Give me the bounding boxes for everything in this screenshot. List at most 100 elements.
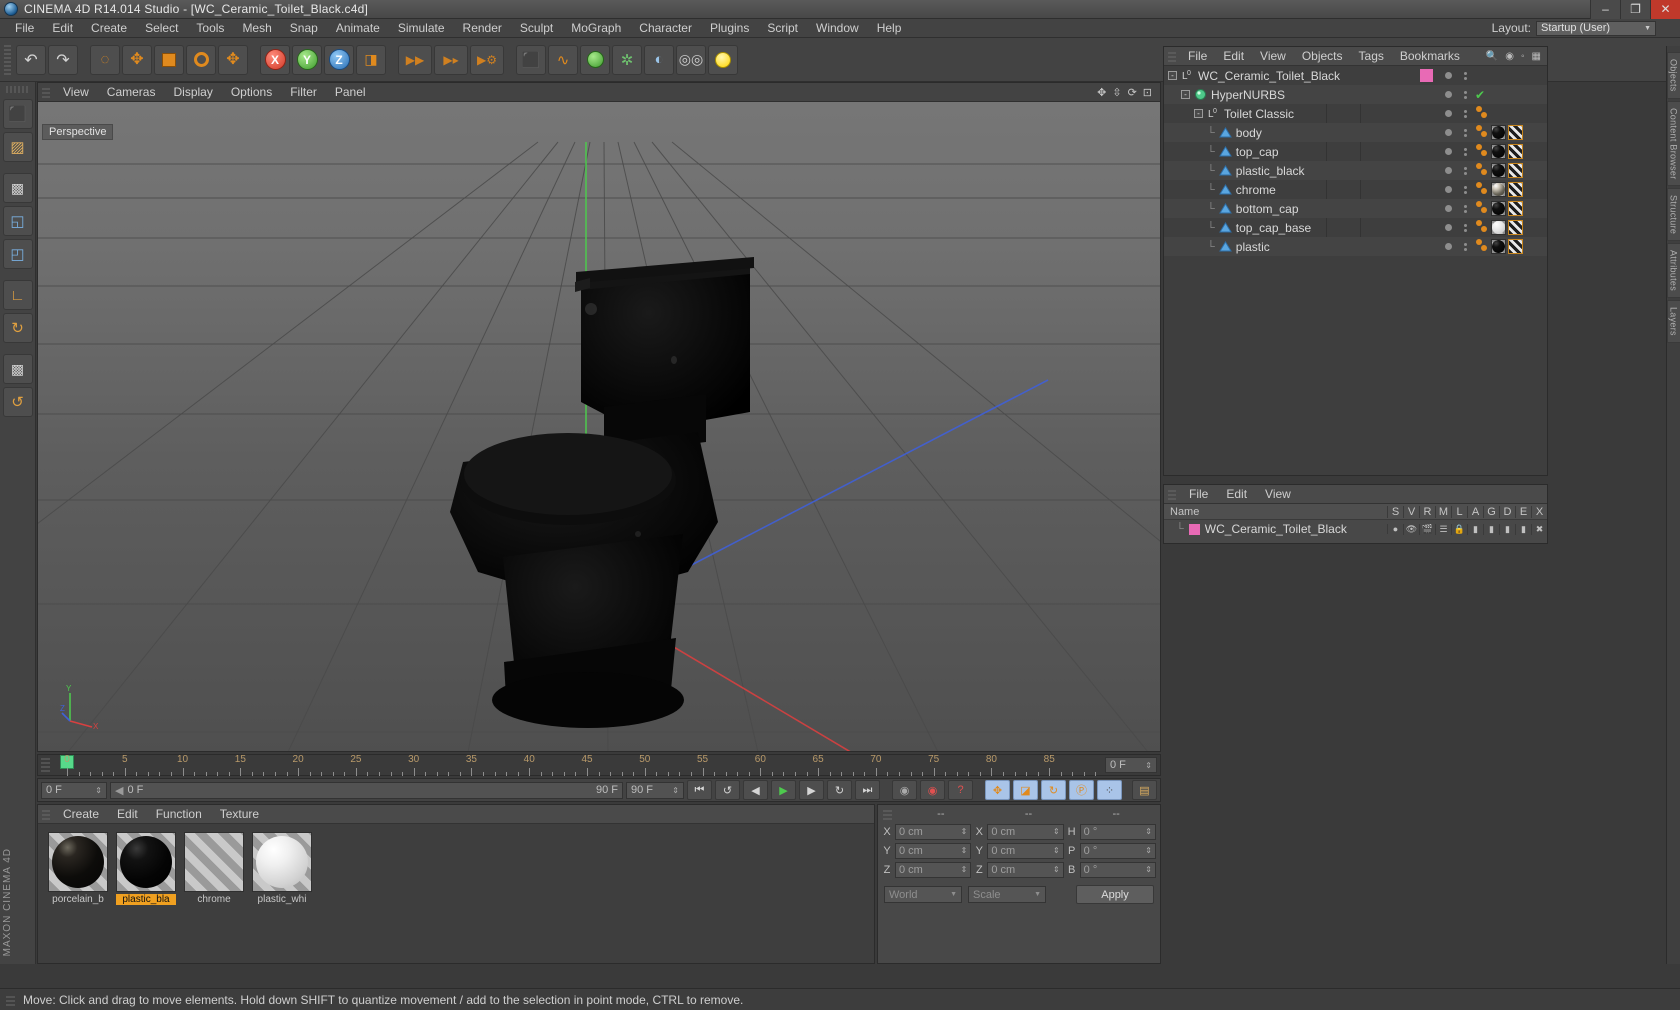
- material-menu-grip[interactable]: [42, 808, 50, 820]
- layer-menu-view[interactable]: View: [1256, 485, 1300, 504]
- object-row[interactable]: └ chrome: [1164, 180, 1547, 199]
- rotation-b-input[interactable]: 0 ° ⇕: [1079, 861, 1156, 878]
- spinner-icon[interactable]: ⇕: [1053, 865, 1060, 874]
- spinner-icon[interactable]: ⇕: [1145, 846, 1152, 855]
- point-tag-icon[interactable]: [1475, 124, 1489, 142]
- layer-toggle-r[interactable]: 🎬: [1419, 523, 1435, 535]
- model-mode-button[interactable]: ⬛: [2, 99, 33, 129]
- object-name-cell[interactable]: └ bottom_cap: [1164, 202, 1439, 216]
- object-tags[interactable]: [1473, 181, 1547, 199]
- expander-toggle[interactable]: -: [1194, 109, 1203, 118]
- previous-frame-button[interactable]: ◀: [743, 780, 768, 800]
- editor-visibility-dot[interactable]: [1445, 110, 1452, 117]
- object-tags[interactable]: ✔: [1473, 88, 1547, 102]
- render-view-button[interactable]: ▶▶: [398, 44, 432, 75]
- object-menu-view[interactable]: View: [1252, 47, 1294, 66]
- object-name-cell[interactable]: └ plastic: [1164, 240, 1439, 254]
- editor-visibility-dot[interactable]: [1445, 224, 1452, 231]
- rotation-p-input[interactable]: 0 ° ⇕: [1079, 842, 1156, 859]
- position-x-input[interactable]: 0 cm ⇕: [895, 823, 972, 840]
- material-item[interactable]: porcelain_b: [48, 832, 108, 905]
- visibility-dots[interactable]: [1439, 71, 1473, 80]
- menu-help[interactable]: Help: [868, 19, 911, 38]
- dock-tab-attributes[interactable]: Attributes: [1666, 243, 1680, 299]
- menu-script[interactable]: Script: [758, 19, 807, 38]
- rotate-tool-button[interactable]: [186, 44, 216, 75]
- eye-icon[interactable]: ◉: [1505, 51, 1514, 62]
- layer-toggle-m[interactable]: ☰: [1435, 523, 1451, 535]
- autokey-button[interactable]: ◉: [920, 780, 945, 800]
- render-visibility-dots[interactable]: [1464, 185, 1467, 194]
- minimize-button[interactable]: –: [1590, 0, 1620, 19]
- material-preview[interactable]: [116, 832, 176, 892]
- object-row[interactable]: └ body: [1164, 123, 1547, 142]
- render-region-button[interactable]: ▶▸: [434, 44, 468, 75]
- object-name-cell[interactable]: - L 0 Toilet Classic: [1164, 107, 1439, 121]
- preview-range-field[interactable]: ◀ 0 F 90 F: [110, 781, 623, 799]
- visibility-dots[interactable]: [1439, 128, 1473, 137]
- menu-create[interactable]: Create: [82, 19, 136, 38]
- timeline-grip[interactable]: [41, 758, 50, 772]
- point-tag-icon[interactable]: [1475, 181, 1489, 199]
- point-tag-icon[interactable]: [1475, 200, 1489, 218]
- render-visibility-dots[interactable]: [1464, 147, 1467, 156]
- material-menu-function[interactable]: Function: [147, 805, 211, 824]
- material-preview[interactable]: [252, 832, 312, 892]
- coordinates-grip[interactable]: [883, 807, 892, 820]
- close-button[interactable]: ✕: [1650, 0, 1680, 19]
- object-name-cell[interactable]: - HyperNURBS: [1164, 88, 1439, 102]
- world-coordinates-button[interactable]: ◨: [356, 44, 386, 75]
- viewport-perspective[interactable]: View Cameras Display Options Filter Pane…: [37, 82, 1161, 752]
- layer-toggle-d[interactable]: ▮: [1499, 523, 1515, 535]
- scale-tool-button[interactable]: [154, 44, 184, 75]
- end-frame-field[interactable]: 90 F ⇕: [626, 781, 684, 799]
- layer-column-r[interactable]: R: [1419, 505, 1435, 518]
- editor-visibility-dot[interactable]: [1445, 186, 1452, 193]
- menu-tools[interactable]: Tools: [187, 19, 233, 38]
- point-tag-icon[interactable]: [1475, 143, 1489, 161]
- layer-name-cell[interactable]: └ WC_Ceramic_Toilet_Black: [1164, 522, 1387, 536]
- material-tag-icon[interactable]: [1491, 239, 1506, 254]
- layer-column-g[interactable]: G: [1483, 505, 1499, 518]
- coord-system-dropdown[interactable]: World ▼: [884, 886, 962, 903]
- rotate-view-icon[interactable]: ⟳: [1128, 86, 1137, 99]
- uvw-tag-icon[interactable]: [1508, 125, 1523, 140]
- keyframe-selection-button[interactable]: ?: [948, 780, 973, 800]
- visibility-dots[interactable]: [1439, 223, 1473, 232]
- viewport-menu-options[interactable]: Options: [222, 83, 281, 102]
- material-menu-texture[interactable]: Texture: [211, 805, 268, 824]
- dock-tab-objects[interactable]: Objects: [1666, 52, 1680, 99]
- layer-color-swatch[interactable]: [1188, 523, 1200, 535]
- material-tag-icon[interactable]: [1491, 182, 1506, 197]
- menu-mesh[interactable]: Mesh: [233, 19, 280, 38]
- layer-toggle-v[interactable]: 👁: [1403, 523, 1419, 535]
- layer-toggle-e[interactable]: ▮: [1515, 523, 1531, 535]
- material-item[interactable]: plastic_bla: [116, 832, 176, 905]
- size-z-input[interactable]: 0 cm ⇕: [987, 861, 1064, 878]
- spinner-icon[interactable]: ⇕: [1145, 761, 1152, 770]
- material-tag-icon[interactable]: [1491, 125, 1506, 140]
- menu-render[interactable]: Render: [454, 19, 511, 38]
- render-visibility-dots[interactable]: [1464, 90, 1467, 99]
- redo-button[interactable]: ↷: [48, 44, 78, 75]
- viewport-menu-display[interactable]: Display: [164, 83, 221, 102]
- layer-column-v[interactable]: V: [1403, 505, 1419, 518]
- editor-visibility-dot[interactable]: [1445, 72, 1452, 79]
- object-row[interactable]: └ plastic_black: [1164, 161, 1547, 180]
- search-icon[interactable]: 🔍: [1486, 51, 1498, 62]
- render-visibility-dots[interactable]: [1464, 109, 1467, 118]
- point-tag-icon[interactable]: [1475, 238, 1489, 256]
- visibility-dots[interactable]: [1439, 204, 1473, 213]
- layer-toggle-x[interactable]: ✖: [1531, 523, 1547, 535]
- enable-axis-button[interactable]: ↻: [2, 313, 33, 343]
- material-tag-icon[interactable]: [1491, 220, 1506, 235]
- object-row[interactable]: - L 0 Toilet Classic: [1164, 104, 1547, 123]
- spinner-icon[interactable]: ⇕: [961, 846, 968, 855]
- editor-visibility-dot[interactable]: [1445, 243, 1452, 250]
- visibility-dots[interactable]: [1439, 90, 1473, 99]
- zoom-icon[interactable]: ⇳: [1112, 86, 1121, 99]
- menu-simulate[interactable]: Simulate: [389, 19, 454, 38]
- render-visibility-dots[interactable]: [1464, 166, 1467, 175]
- material-tag-icon[interactable]: [1491, 144, 1506, 159]
- object-row[interactable]: └ top_cap: [1164, 142, 1547, 161]
